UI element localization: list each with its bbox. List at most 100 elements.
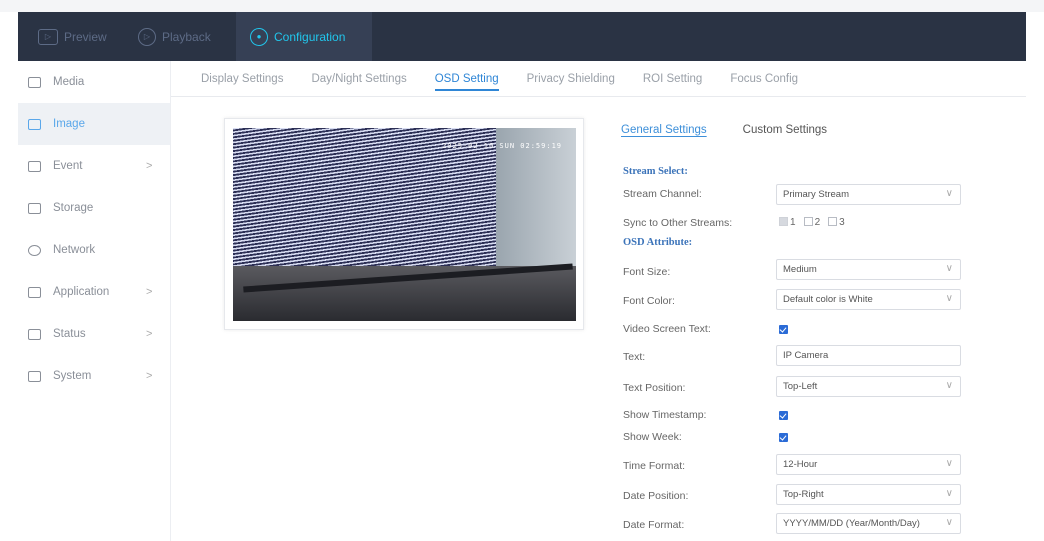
tab-privacy-shielding[interactable]: Privacy Shielding: [527, 73, 615, 85]
chevron-down-icon: ∨: [945, 293, 953, 304]
sync-stream-2[interactable]: 2: [803, 217, 821, 228]
time-format-value: 12-Hour: [783, 459, 818, 470]
nav-configuration[interactable]: ● Configuration: [236, 12, 372, 61]
sync-stream-3[interactable]: 3: [828, 217, 845, 228]
sidebar-item-system[interactable]: System >: [18, 355, 170, 397]
sidebar-item-label: Storage: [53, 202, 94, 214]
chevron-down-icon: ∨: [945, 188, 953, 199]
sidebar-item-application[interactable]: Application >: [18, 271, 170, 313]
application-icon: [28, 286, 41, 298]
network-icon: [28, 244, 41, 256]
nav-preview[interactable]: ▷ Preview: [24, 12, 121, 61]
top-navigation-bar: ▷ Preview ▷ Playback ● Configuration: [18, 12, 1026, 61]
storage-icon: [28, 202, 41, 214]
system-icon: [28, 370, 41, 382]
sidebar-item-network[interactable]: Network: [18, 229, 170, 271]
nav-preview-label: Preview: [64, 29, 107, 44]
date-position-label: Date Position:: [623, 490, 689, 502]
font-color-label: Font Color:: [623, 295, 675, 307]
configuration-icon: ●: [250, 27, 268, 46]
font-color-select[interactable]: Default color is White ∨: [776, 289, 961, 310]
video-preview-card: 2025-02-10 SUN 02:59:19: [224, 118, 584, 330]
chevron-right-icon: >: [146, 370, 153, 382]
sidebar-item-label: Image: [53, 118, 85, 130]
preview-osd-timestamp: 2025-02-10 SUN 02:59:19: [442, 142, 562, 150]
text-position-label: Text Position:: [623, 382, 686, 394]
osd-subtabs: General Settings Custom Settings: [621, 124, 827, 136]
chevron-right-icon: >: [146, 160, 153, 172]
event-icon: [28, 160, 41, 172]
sync-stream-3-label: 3: [839, 217, 845, 228]
chevron-right-icon: >: [146, 328, 153, 340]
video-preview[interactable]: 2025-02-10 SUN 02:59:19: [233, 128, 576, 321]
stream-select-title: Stream Select:: [623, 166, 688, 177]
tab-display-settings[interactable]: Display Settings: [201, 73, 283, 85]
subtab-custom-settings[interactable]: Custom Settings: [743, 124, 827, 136]
sidebar-item-label: Event: [53, 160, 83, 172]
text-position-select[interactable]: Top-Left ∨: [776, 376, 961, 397]
video-screen-text-checkbox[interactable]: [779, 325, 788, 334]
text-position-value: Top-Left: [783, 381, 818, 392]
date-format-label: Date Format:: [623, 519, 685, 531]
media-icon: [28, 76, 41, 88]
tab-bar: Display Settings Day/Night Settings OSD …: [171, 61, 1026, 97]
sync-streams-label: Sync to Other Streams:: [623, 217, 733, 229]
time-format-label: Time Format:: [623, 460, 686, 472]
tab-osd-setting[interactable]: OSD Setting: [434, 73, 499, 91]
font-size-select[interactable]: Medium ∨: [776, 259, 961, 280]
nav-configuration-label: Configuration: [274, 29, 346, 44]
sidebar-item-status[interactable]: Status >: [18, 313, 170, 355]
show-timestamp-checkbox[interactable]: [779, 411, 788, 420]
video-screen-text-label: Video Screen Text:: [623, 323, 711, 335]
sync-stream-1: 1: [779, 217, 796, 228]
preview-icon: ▷: [38, 28, 58, 45]
stream-channel-label: Stream Channel:: [623, 188, 702, 200]
chevron-right-icon: >: [146, 286, 153, 298]
text-input[interactable]: IP Camera: [776, 345, 961, 366]
sidebar-item-label: Status: [53, 328, 86, 340]
chevron-down-icon: ∨: [945, 263, 953, 274]
date-position-select[interactable]: Top-Right ∨: [776, 484, 961, 505]
font-size-label: Font Size:: [623, 266, 671, 278]
playback-icon: ▷: [138, 27, 156, 46]
stream-channel-select[interactable]: Primary Stream ∨: [776, 184, 961, 205]
font-color-value: Default color is White: [783, 294, 873, 305]
nav-playback-label: Playback: [162, 29, 211, 44]
time-format-select[interactable]: 12-Hour ∨: [776, 454, 961, 475]
osd-attribute-title: OSD Attribute:: [623, 237, 693, 248]
sidebar: Media Image Event > Storage Network Appl…: [18, 61, 171, 541]
sidebar-item-label: Application: [53, 286, 110, 298]
show-week-checkbox[interactable]: [779, 433, 788, 442]
sidebar-item-media[interactable]: Media: [18, 61, 170, 103]
text-label: Text:: [623, 351, 646, 363]
tab-day-night-settings[interactable]: Day/Night Settings: [311, 73, 406, 85]
sidebar-item-label: System: [53, 370, 92, 382]
sync-stream-2-label: 2: [814, 217, 821, 228]
stream-channel-value: Primary Stream: [783, 189, 849, 200]
subtab-general-settings[interactable]: General Settings: [621, 124, 707, 136]
date-format-select[interactable]: YYYY/MM/DD (Year/Month/Day) ∨: [776, 513, 961, 534]
sidebar-item-storage[interactable]: Storage: [18, 187, 170, 229]
sidebar-item-event[interactable]: Event >: [18, 145, 170, 187]
chevron-down-icon: ∨: [945, 458, 953, 469]
date-position-value: Top-Right: [783, 489, 824, 500]
top-strip: [0, 0, 1044, 12]
text-input-value: IP Camera: [783, 350, 829, 361]
date-format-value: YYYY/MM/DD (Year/Month/Day): [783, 518, 920, 529]
nav-playback[interactable]: ▷ Playback: [124, 12, 225, 61]
tab-roi-setting[interactable]: ROI Setting: [643, 73, 702, 85]
sidebar-item-label: Media: [53, 76, 85, 88]
show-week-label: Show Week:: [623, 431, 682, 443]
font-size-value: Medium: [783, 264, 817, 275]
status-icon: [28, 328, 41, 340]
chevron-down-icon: ∨: [945, 380, 953, 391]
sync-stream-1-label: 1: [790, 217, 796, 228]
checkbox-icon: [779, 217, 788, 226]
sidebar-item-image[interactable]: Image: [18, 103, 170, 145]
tab-focus-config[interactable]: Focus Config: [730, 73, 798, 85]
sync-streams-checkboxes: 1 2 3: [779, 217, 845, 228]
show-timestamp-label: Show Timestamp:: [623, 409, 707, 421]
chevron-down-icon: ∨: [945, 488, 953, 499]
checkbox-icon: [828, 217, 838, 226]
checkbox-icon: [803, 217, 813, 226]
